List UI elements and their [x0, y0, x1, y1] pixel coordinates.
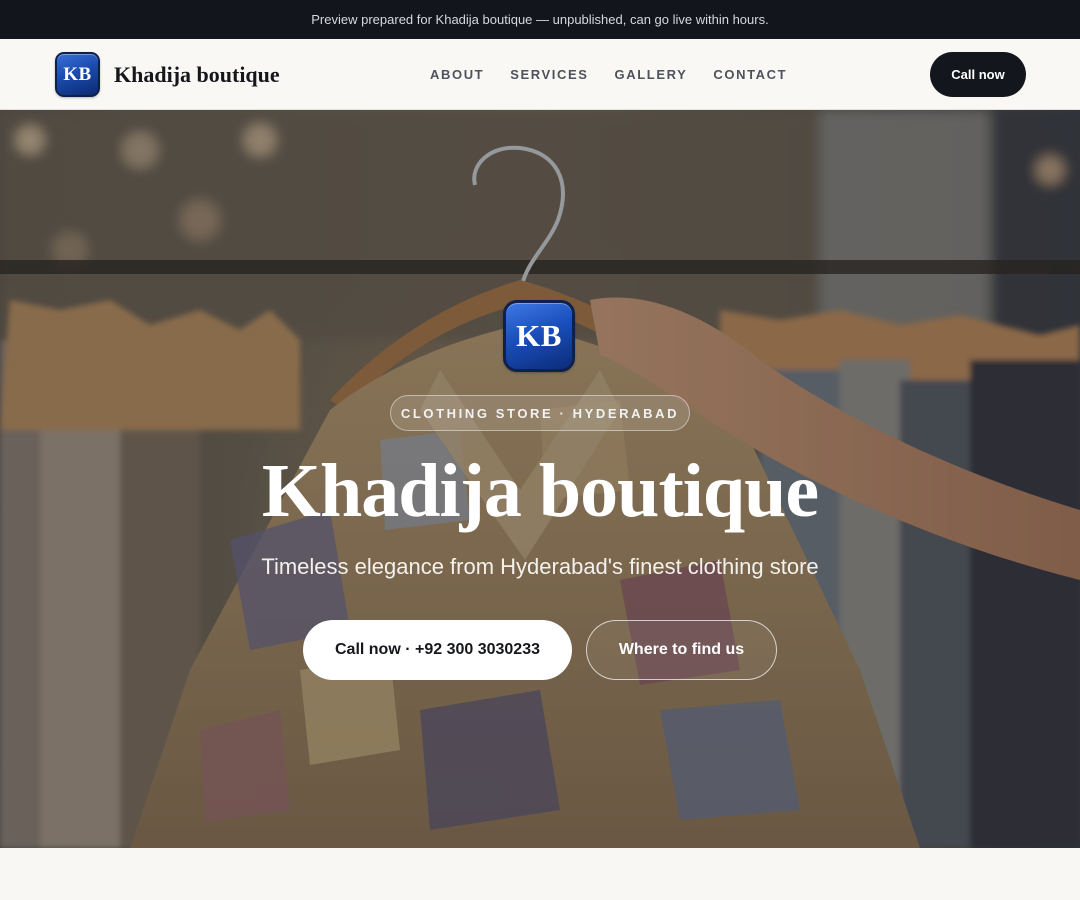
hero-call-button[interactable]: Call now · +92 300 3030233 — [303, 620, 572, 680]
hero-find-us-button[interactable]: Where to find us — [586, 620, 777, 680]
hero-section: KB CLOTHING STORE · HYDERABAD Khadija bo… — [0, 110, 1080, 848]
header-call-button[interactable]: Call now — [930, 52, 1026, 97]
brand-name: Khadija boutique — [114, 61, 280, 87]
hero-title: Khadija boutique — [261, 449, 819, 533]
hero-tag: CLOTHING STORE · HYDERABAD — [390, 395, 690, 431]
nav-services[interactable]: SERVICES — [510, 67, 588, 82]
main-nav: ABOUT SERVICES GALLERY CONTACT — [430, 39, 813, 109]
nav-about[interactable]: ABOUT — [430, 67, 484, 82]
hero-logo: KB — [503, 300, 575, 372]
hero-subtitle: Timeless elegance from Hyderabad's fines… — [261, 554, 819, 579]
site-header: KB Khadija boutique ABOUT SERVICES GALLE… — [0, 39, 1080, 110]
brand-logo: KB — [55, 52, 100, 97]
nav-contact[interactable]: CONTACT — [713, 67, 787, 82]
brand-link[interactable]: KB Khadija boutique — [55, 52, 280, 97]
brand-logo-initials: KB — [63, 63, 92, 85]
nav-gallery[interactable]: GALLERY — [615, 67, 688, 82]
preview-banner-text: Preview prepared for Khadija boutique — … — [311, 12, 769, 27]
hero-logo-initials: KB — [516, 318, 562, 353]
preview-banner: Preview prepared for Khadija boutique — … — [0, 0, 1080, 39]
